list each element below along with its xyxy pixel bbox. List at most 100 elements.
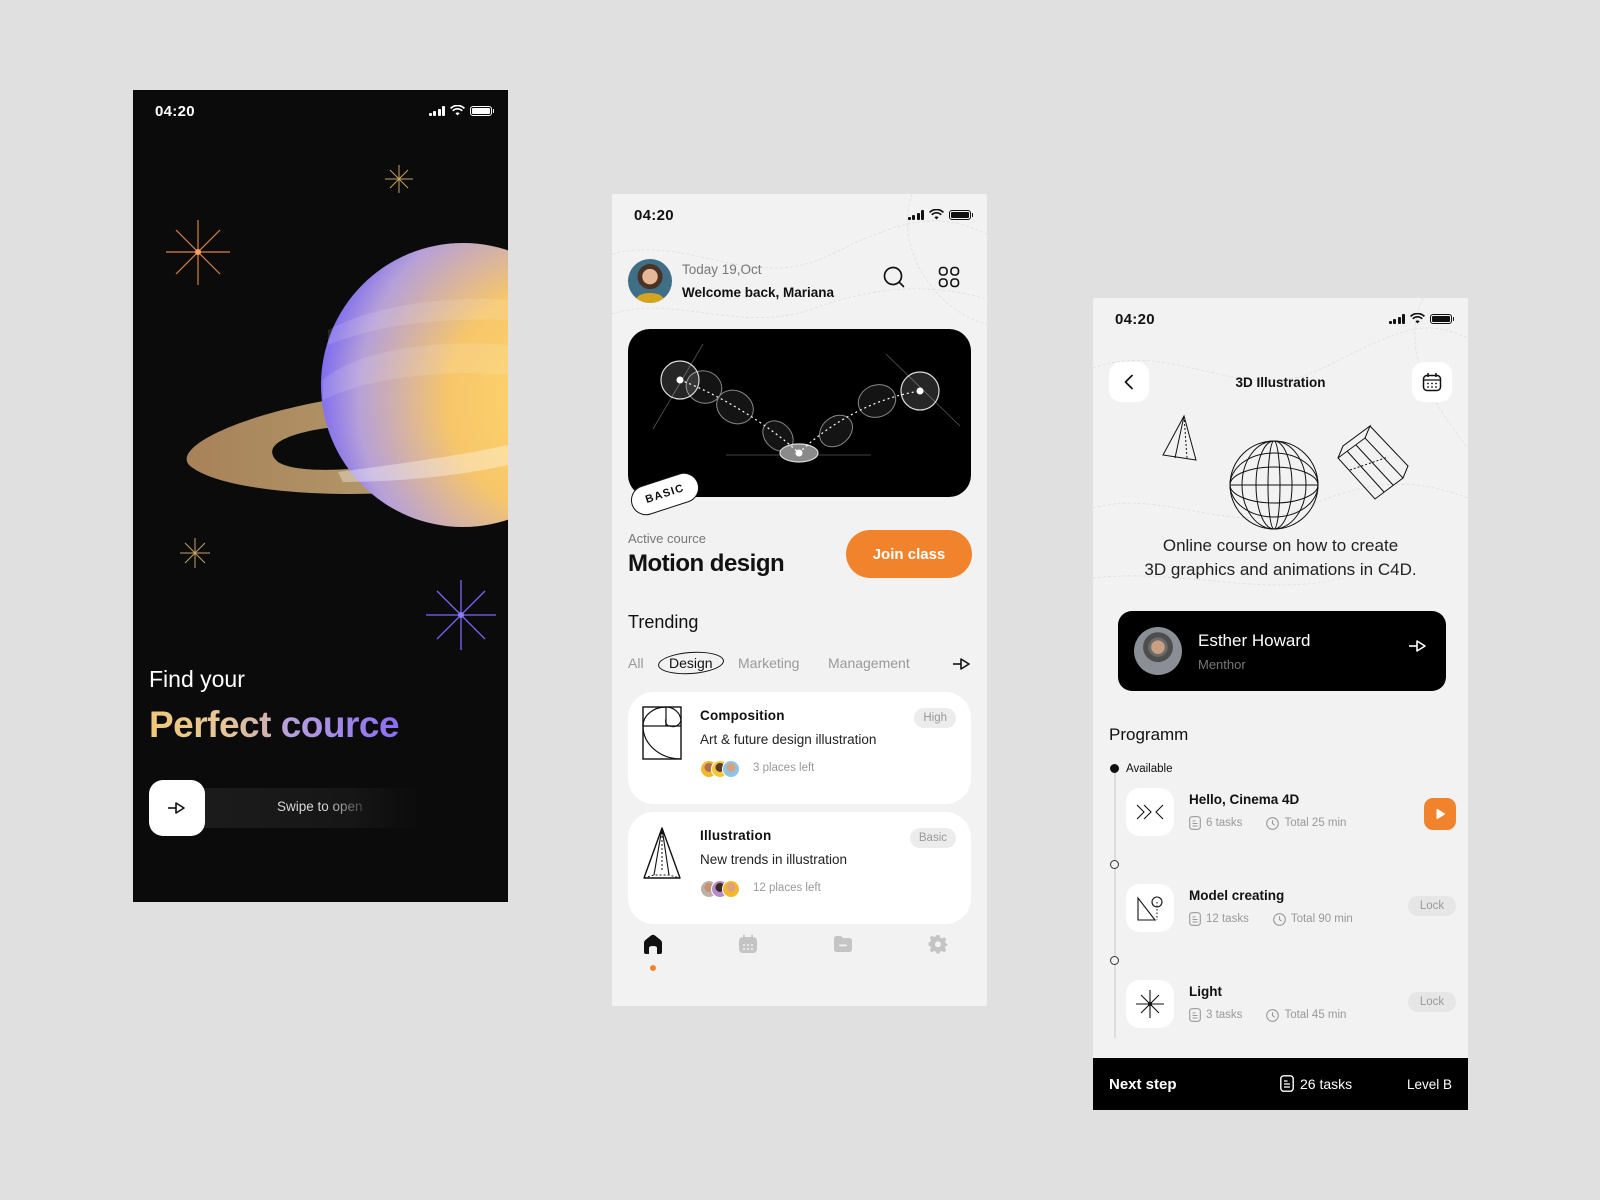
clock-icon xyxy=(1266,816,1280,830)
grid-icon xyxy=(938,266,960,288)
play-icon xyxy=(1436,808,1445,820)
status-time: 04:20 xyxy=(634,207,674,224)
search-button[interactable] xyxy=(880,263,908,291)
collapse-arrows-icon xyxy=(1136,804,1164,820)
trending-heading: Trending xyxy=(628,612,699,632)
lesson-meta: 3 tasks Total 45 min xyxy=(1189,1008,1346,1022)
next-step-bar[interactable]: Next step 26 tasks Level B xyxy=(1093,1058,1468,1110)
mentor-avatar xyxy=(1134,627,1182,675)
active-nav-indicator xyxy=(650,965,656,971)
cube-shape xyxy=(1337,424,1409,500)
description-line-1: Online course on how to create xyxy=(1162,536,1399,555)
status-bar: 04:20 xyxy=(1093,298,1468,344)
program-timeline xyxy=(1114,768,1116,1038)
course-card[interactable]: Illustration New trends in illustration … xyxy=(628,812,971,924)
lesson-item[interactable]: Light 3 tasks Total 45 min Lock xyxy=(1126,980,1456,1030)
timeline-dot xyxy=(1110,956,1119,965)
lesson-item[interactable]: Hello, Cinema 4D 6 tasks Total 25 min xyxy=(1126,788,1456,838)
pyramid-shape xyxy=(1162,414,1197,461)
sparkle-small-icon xyxy=(180,538,210,568)
document-icon xyxy=(1189,912,1201,926)
tab-marketing[interactable]: Marketing xyxy=(738,655,799,671)
level-label: Level B xyxy=(1406,1077,1452,1092)
nav-calendar[interactable] xyxy=(733,929,763,959)
lesson-icon-box xyxy=(1126,980,1174,1028)
card-title: Composition xyxy=(700,708,785,723)
document-icon xyxy=(1189,1008,1201,1022)
course-detail-screen: 04:20 3D Illustration Online course on h… xyxy=(1093,298,1468,1110)
signal-icon xyxy=(907,209,924,220)
mentor-name: Esther Howard xyxy=(1198,631,1311,650)
tab-design[interactable]: Design xyxy=(669,655,713,671)
document-icon xyxy=(1189,816,1201,830)
arrow-right-icon xyxy=(168,802,185,814)
lesson-item[interactable]: Model creating 12 tasks Total 90 min Loc… xyxy=(1126,884,1456,934)
menu-grid-button[interactable] xyxy=(935,263,963,291)
swipe-handle-button[interactable] xyxy=(149,780,205,836)
nav-folder[interactable] xyxy=(828,929,858,959)
light-burst-icon xyxy=(1136,990,1164,1018)
clock-icon xyxy=(1272,912,1286,926)
lesson-tasks: 3 tasks xyxy=(1206,1009,1243,1021)
headline-word-perfect: Perfect xyxy=(149,704,271,745)
headline-big: Perfect cource xyxy=(149,704,400,746)
nav-home[interactable] xyxy=(638,929,668,959)
join-class-button[interactable]: Join class xyxy=(846,530,972,578)
card-level-badge: Basic xyxy=(909,828,956,848)
battery-icon xyxy=(1430,313,1454,324)
headline-word-cource: cource xyxy=(280,704,400,745)
lesson-meta: 12 tasks Total 90 min xyxy=(1189,912,1353,926)
bottom-navigation xyxy=(612,929,987,989)
nav-settings[interactable] xyxy=(923,929,953,959)
lesson-name: Light xyxy=(1189,984,1222,999)
lesson-name: Hello, Cinema 4D xyxy=(1189,792,1300,807)
total-tasks: 26 tasks xyxy=(1280,1075,1352,1092)
participants-avatars xyxy=(700,880,740,898)
card-subtitle: Art & future design illustration xyxy=(700,732,877,747)
lock-badge: Lock xyxy=(1408,992,1456,1012)
total-tasks-value: 26 tasks xyxy=(1300,1075,1353,1092)
sparkle-gold-icon xyxy=(385,165,413,193)
welcome-text: Welcome back, Mariana xyxy=(682,285,835,300)
headline-small: Find your xyxy=(149,666,245,692)
battery-icon xyxy=(949,209,973,220)
category-tabs: All Design Marketing Management xyxy=(628,649,972,677)
tabs-more-arrow-icon[interactable] xyxy=(952,657,972,671)
motion-path-illustration xyxy=(652,343,961,463)
tab-management[interactable]: Management xyxy=(828,655,910,671)
timeline-dot xyxy=(1110,860,1119,869)
lesson-duration: Total 45 min xyxy=(1284,1009,1347,1021)
status-bar: 04:20 xyxy=(612,194,987,240)
mentor-role: Menthor xyxy=(1198,657,1246,672)
participants-avatars xyxy=(700,760,740,778)
active-course-title: Motion design xyxy=(628,550,785,577)
calendar-button[interactable] xyxy=(1412,362,1452,402)
date-label: Today 19,Oct xyxy=(682,262,762,277)
active-course-banner[interactable] xyxy=(628,329,971,497)
lesson-duration: Total 25 min xyxy=(1284,817,1347,829)
play-lesson-button[interactable] xyxy=(1424,798,1456,830)
folder-icon xyxy=(834,936,852,952)
signal-icon xyxy=(1388,313,1405,324)
lesson-meta: 6 tasks Total 25 min xyxy=(1189,816,1346,830)
tab-all[interactable]: All xyxy=(628,655,644,671)
timeline-dot-active xyxy=(1110,764,1119,773)
available-label: Available xyxy=(1126,763,1173,775)
3d-shapes-illustration xyxy=(1162,414,1409,530)
mentor-card[interactable]: Esther Howard Menthor xyxy=(1118,611,1446,691)
lock-badge: Lock xyxy=(1408,896,1456,916)
swipe-to-open-slider[interactable]: Swipe to open xyxy=(149,780,489,836)
places-left: 3 places left xyxy=(753,762,815,774)
gear-icon xyxy=(928,935,948,954)
clock-icon xyxy=(1266,1008,1280,1022)
course-card[interactable]: Composition Art & future design illustra… xyxy=(628,692,971,804)
wifi-icon xyxy=(929,209,944,220)
card-subtitle: New trends in illustration xyxy=(700,852,848,867)
description-line-2: 3D graphics and animations in C4D. xyxy=(1144,560,1417,579)
onboarding-screen: 04:20 Find your Perfect cource Swipe to … xyxy=(133,90,508,902)
globe-shape xyxy=(1229,440,1319,530)
user-avatar[interactable] xyxy=(628,259,672,303)
golden-ratio-icon xyxy=(642,706,682,760)
search-icon xyxy=(883,266,905,288)
pyramid-icon xyxy=(643,827,681,879)
